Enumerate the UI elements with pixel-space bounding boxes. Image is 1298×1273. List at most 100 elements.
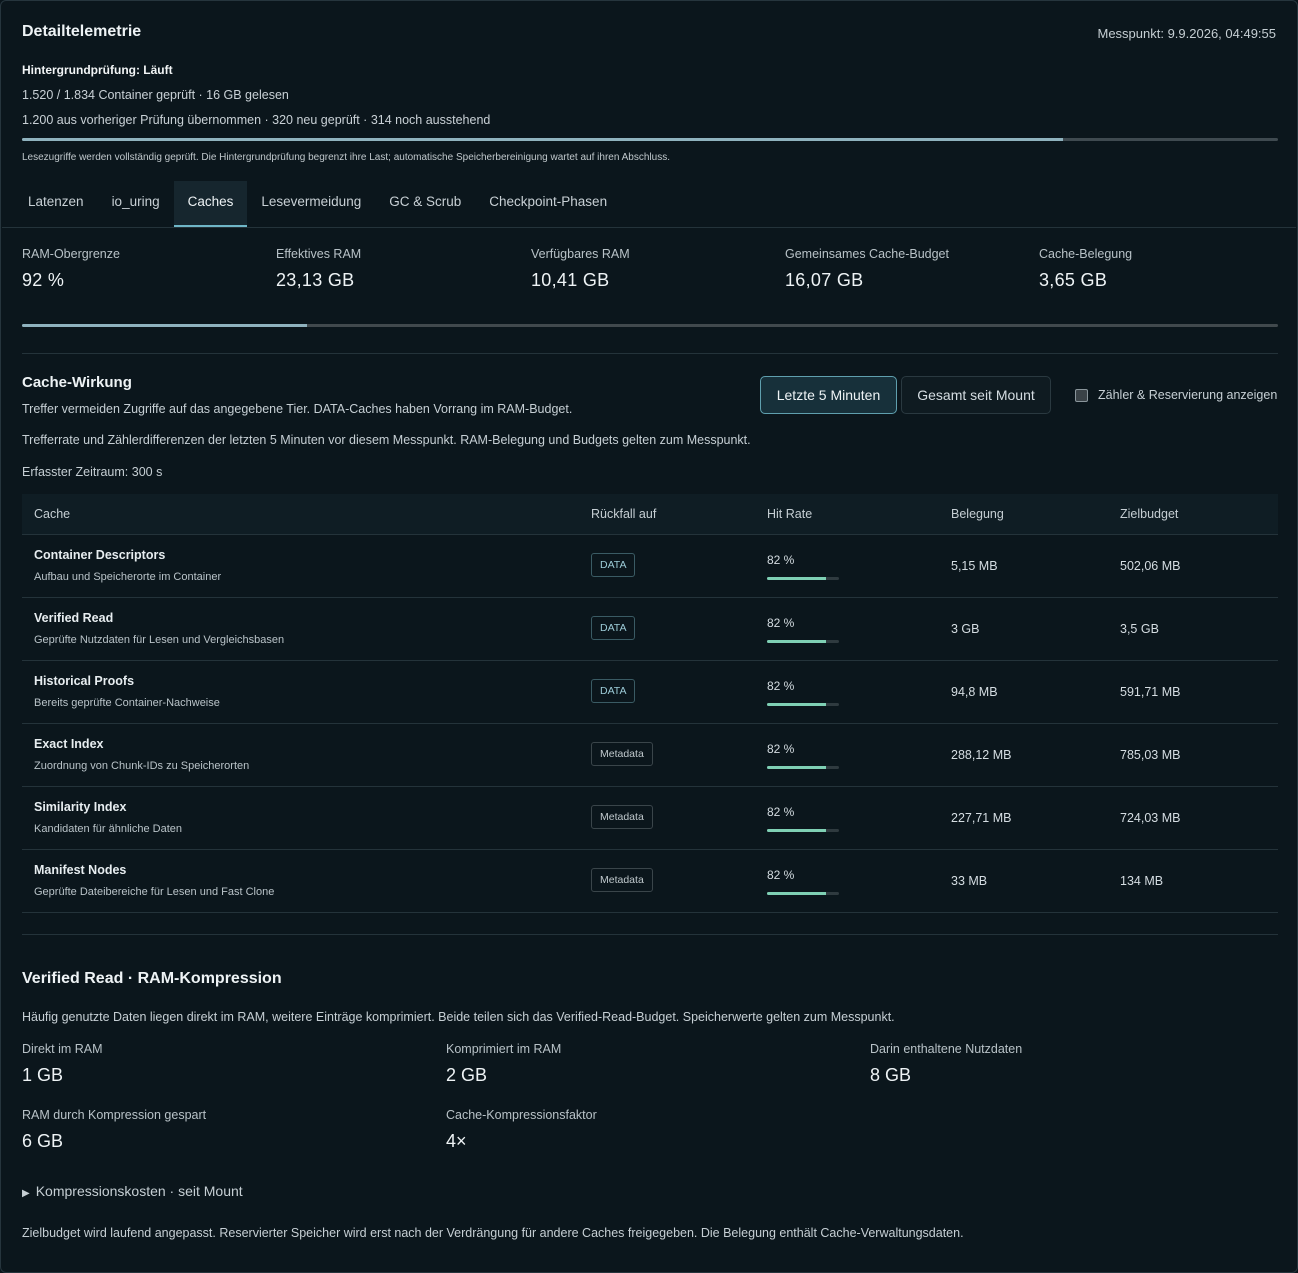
usage-value: 5,15 MB bbox=[951, 559, 998, 573]
tab-divider bbox=[2, 227, 1296, 228]
usage-value: 227,71 MB bbox=[951, 811, 1012, 825]
hit-rate-bar bbox=[767, 640, 839, 643]
metric-value: 6 GB bbox=[22, 1131, 64, 1151]
cache-description: Geprüfte Dateibereiche für Lesen und Fas… bbox=[34, 886, 275, 898]
cache-description: Geprüfte Nutzdaten für Lesen und Verglei… bbox=[34, 634, 285, 646]
metric-label: Komprimiert im RAM bbox=[446, 1042, 562, 1056]
hit-rate-value: 82 % bbox=[767, 553, 795, 567]
compression-factor: Cache-Kompressionsfaktor 4× bbox=[446, 1108, 597, 1152]
metric-value: 8 GB bbox=[870, 1065, 912, 1085]
metric-value: 2 GB bbox=[446, 1065, 488, 1085]
stat-cache-budget: Gemeinsames Cache-Budget 16,07 GB bbox=[785, 247, 949, 291]
total-since-mount-button[interactable]: Gesamt seit Mount bbox=[901, 376, 1051, 414]
tab-checkpoint-phasen[interactable]: Checkpoint-Phasen bbox=[475, 181, 621, 227]
target-budget-value: 591,71 MB bbox=[1120, 685, 1181, 699]
table-row: Similarity Index Kandidaten für ähnliche… bbox=[22, 787, 1278, 850]
tab-latenzen[interactable]: Latenzen bbox=[14, 181, 98, 227]
cache-name: Verified Read bbox=[34, 611, 114, 625]
cache-description: Bereits geprüfte Container-Nachweise bbox=[34, 697, 220, 709]
stat-ram-limit: RAM-Obergrenze 92 % bbox=[22, 247, 120, 291]
tab-gc-scrub[interactable]: GC & Scrub bbox=[375, 181, 475, 227]
background-check-progress-bar bbox=[22, 138, 1278, 141]
column-header-target-budget: Zielbudget bbox=[1120, 507, 1179, 521]
hit-rate-bar bbox=[767, 703, 839, 706]
stat-label: Effektives RAM bbox=[276, 247, 362, 261]
direct-in-ram: Direkt im RAM 1 GB bbox=[22, 1042, 103, 1086]
hit-rate-bar bbox=[767, 829, 839, 832]
stat-effective-ram: Effektives RAM 23,13 GB bbox=[276, 247, 361, 291]
compressed-in-ram: Komprimiert im RAM 2 GB bbox=[446, 1042, 561, 1086]
fallback-badge: DATA bbox=[591, 553, 636, 577]
column-header-fallback: Rückfall auf bbox=[591, 507, 657, 521]
background-check-note: Lesezugriffe werden vollständig geprüft.… bbox=[22, 152, 670, 163]
target-budget-value: 785,03 MB bbox=[1120, 748, 1181, 762]
cache-name: Manifest Nodes bbox=[34, 863, 127, 877]
target-budget-value: 134 MB bbox=[1120, 874, 1164, 888]
cache-effect-description: Treffer vermeiden Zugriffe auf das angeg… bbox=[22, 402, 573, 416]
panel-title: Detailtelemetrie bbox=[22, 23, 142, 40]
fallback-badge: DATA bbox=[591, 616, 636, 640]
stat-label: Gemeinsames Cache-Budget bbox=[785, 247, 949, 261]
stat-value: 10,41 GB bbox=[531, 270, 610, 290]
hit-rate-bar bbox=[767, 892, 839, 895]
tab-io-uring[interactable]: io_uring bbox=[98, 181, 174, 227]
cache-name: Historical Proofs bbox=[34, 674, 135, 688]
tab-bar: Latenzen io_uring Caches Lesevermeidung … bbox=[14, 181, 621, 227]
target-budget-value: 3,5 GB bbox=[1120, 622, 1159, 636]
metric-label: Cache-Kompressionsfaktor bbox=[446, 1108, 597, 1122]
show-counters-label[interactable]: Zähler & Reservierung anzeigen bbox=[1098, 388, 1277, 402]
tab-caches[interactable]: Caches bbox=[173, 181, 248, 227]
compression-title: Verified Read · RAM-Kompression bbox=[22, 970, 282, 987]
fallback-badge: Metadata bbox=[591, 868, 653, 892]
show-counters-checkbox[interactable] bbox=[1075, 389, 1088, 402]
metric-label: Direkt im RAM bbox=[22, 1042, 103, 1056]
metric-label: RAM durch Kompression gespart bbox=[22, 1108, 207, 1122]
last-5-minutes-button[interactable]: Letzte 5 Minuten bbox=[760, 376, 897, 414]
contained-payload: Darin enthaltene Nutzdaten 8 GB bbox=[870, 1042, 1022, 1086]
hit-rate-fill bbox=[767, 577, 827, 580]
panel-header: Detailtelemetrie Messpunkt: 9.9.2026, 04… bbox=[22, 23, 1276, 41]
usage-value: 288,12 MB bbox=[951, 748, 1012, 762]
stat-label: Cache-Belegung bbox=[1039, 247, 1133, 261]
table-header: Cache Rückfall auf Hit Rate Belegung Zie… bbox=[22, 494, 1278, 535]
hit-rate-value: 82 % bbox=[767, 805, 795, 819]
cache-usage-bar bbox=[22, 324, 1278, 327]
metric-label: Darin enthaltene Nutzdaten bbox=[870, 1042, 1023, 1056]
background-check-progress-fill bbox=[22, 138, 1064, 141]
telemetry-panel: Detailtelemetrie Messpunkt: 9.9.2026, 04… bbox=[0, 0, 1298, 1273]
cache-description: Aufbau und Speicherorte im Container bbox=[34, 571, 222, 583]
cache-usage-fill bbox=[22, 324, 308, 327]
hit-rate-value: 82 % bbox=[767, 868, 795, 882]
disclosure-triangle-icon: ▶ bbox=[22, 1188, 30, 1199]
hit-rate-fill bbox=[767, 640, 827, 643]
table-row: Historical Proofs Bereits geprüfte Conta… bbox=[22, 661, 1278, 724]
fallback-badge: Metadata bbox=[591, 805, 653, 829]
hit-rate-fill bbox=[767, 892, 827, 895]
hit-rate-fill bbox=[767, 829, 827, 832]
section-divider bbox=[22, 934, 1278, 935]
hit-rate-bar bbox=[767, 577, 839, 580]
background-check-title: Hintergrundprüfung: Läuft bbox=[22, 63, 173, 77]
compression-costs-label: Kompressionskosten · seit Mount bbox=[35, 1183, 243, 1199]
tab-lesevermeidung[interactable]: Lesevermeidung bbox=[247, 181, 375, 227]
cache-effect-description-2: Trefferrate und Zählerdifferenzen der le… bbox=[22, 433, 751, 447]
stat-cache-usage: Cache-Belegung 3,65 GB bbox=[1039, 247, 1132, 291]
fallback-badge: Metadata bbox=[591, 742, 653, 766]
hit-rate-value: 82 % bbox=[767, 679, 795, 693]
table-row: Verified Read Geprüfte Nutzdaten für Les… bbox=[22, 598, 1278, 661]
table-row: Exact Index Zuordnung von Chunk-IDs zu S… bbox=[22, 724, 1278, 787]
hit-rate-fill bbox=[767, 766, 827, 769]
stat-available-ram: Verfügbares RAM 10,41 GB bbox=[531, 247, 630, 291]
usage-value: 33 MB bbox=[951, 874, 988, 888]
compression-footer-note: Zielbudget wird laufend angepasst. Reser… bbox=[22, 1226, 964, 1240]
background-check-breakdown: 1.200 aus vorheriger Prüfung übernommen … bbox=[22, 113, 491, 127]
compression-description: Häufig genutzte Daten liegen direkt im R… bbox=[22, 1010, 895, 1024]
cache-table: Cache Rückfall auf Hit Rate Belegung Zie… bbox=[22, 494, 1278, 913]
metric-value: 4× bbox=[446, 1131, 467, 1151]
ram-stats: RAM-Obergrenze 92 % Effektives RAM 23,13… bbox=[22, 247, 1278, 297]
table-row: Container Descriptors Aufbau und Speiche… bbox=[22, 535, 1278, 598]
cache-description: Zuordnung von Chunk-IDs zu Speicherorten bbox=[34, 760, 250, 772]
cache-name: Container Descriptors bbox=[34, 548, 166, 562]
stat-label: RAM-Obergrenze bbox=[22, 247, 120, 261]
compression-costs-disclosure[interactable]: ▶ Kompressionskosten · seit Mount bbox=[22, 1183, 243, 1199]
